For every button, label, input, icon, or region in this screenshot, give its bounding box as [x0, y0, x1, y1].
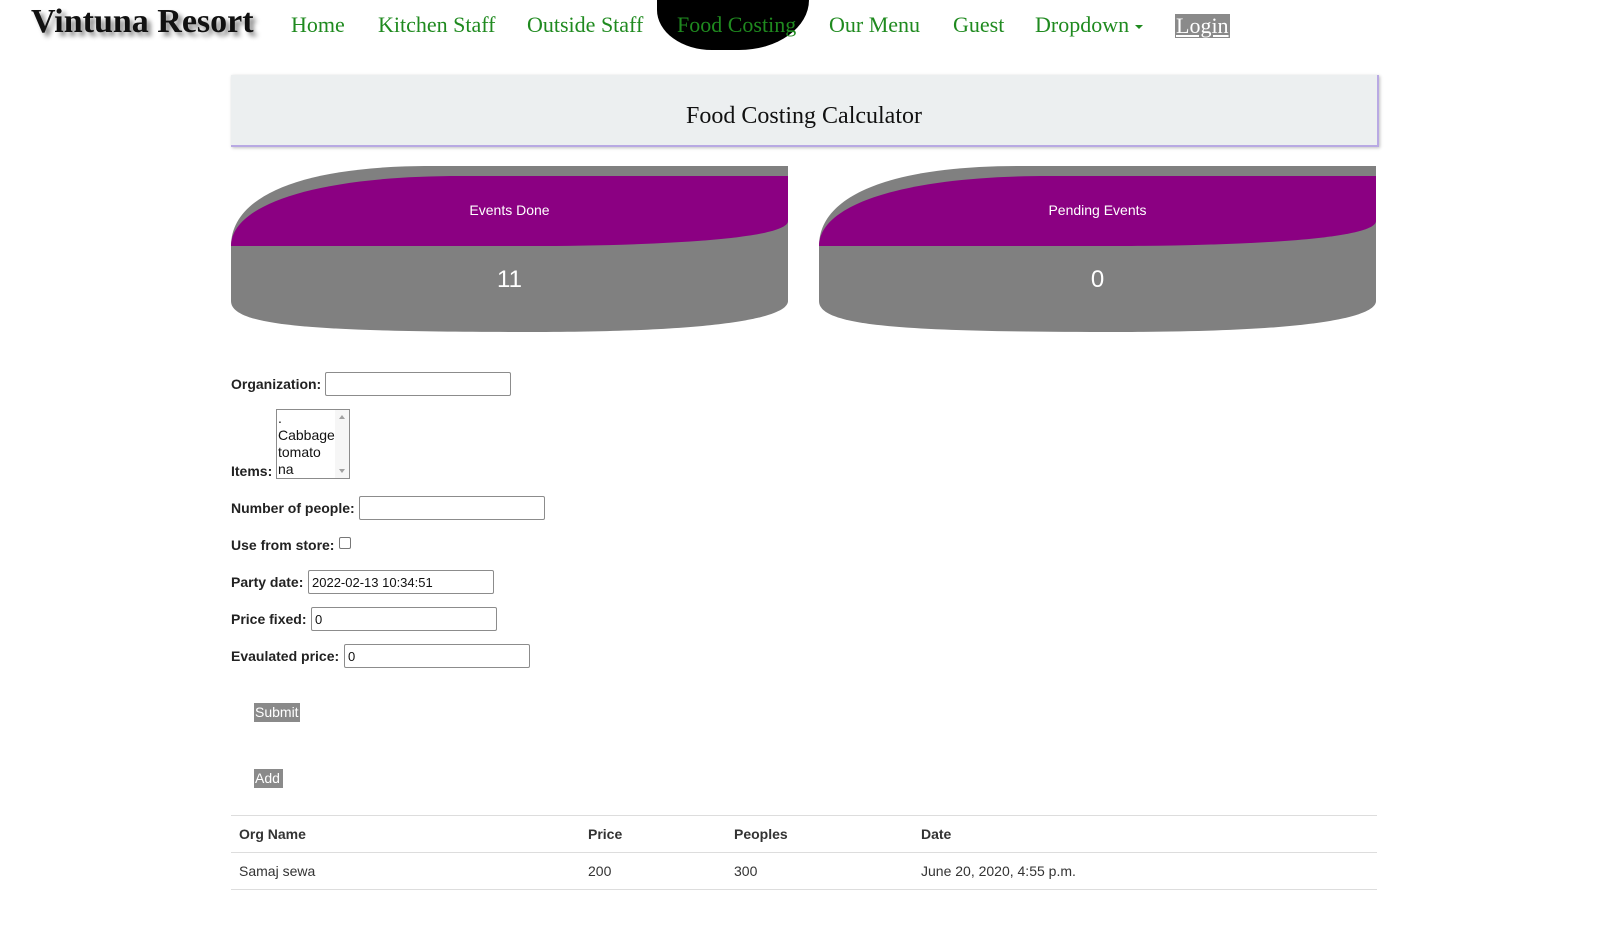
scroll-down-icon[interactable] — [339, 469, 345, 473]
login-button[interactable]: Login — [1175, 14, 1230, 38]
people-row: Number of people: — [231, 500, 355, 518]
use-store-row: Use from store: — [231, 537, 334, 555]
party-date-row: Party date: — [231, 574, 303, 592]
people-input[interactable] — [359, 496, 545, 520]
nav-guest[interactable]: Guest — [953, 9, 1004, 41]
items-listbox[interactable]: . Cabbage tomato na — [276, 409, 350, 479]
cell-peoples: 300 — [734, 863, 758, 879]
party-date-label: Party date: — [231, 574, 304, 590]
submit-button[interactable]: Submit — [254, 703, 300, 722]
navbar: Vintuna Resort Home Kitchen Staff Outsid… — [0, 0, 1600, 56]
events-done-value: 11 — [497, 266, 522, 293]
nav-home[interactable]: Home — [291, 9, 345, 41]
use-store-label: Use from store: — [231, 537, 335, 553]
add-item-button[interactable]: Add Item — [254, 769, 284, 805]
pending-events-label: Pending Events — [1048, 202, 1147, 218]
brand-logo[interactable]: Vintuna Resort — [31, 3, 254, 41]
items-label-row: Items: — [231, 463, 272, 481]
events-done-card: Events Done 11 — [231, 166, 788, 332]
header-price: Price — [588, 826, 623, 842]
evaluated-price-label: Evaulated price: — [231, 648, 340, 664]
header-peoples: Peoples — [734, 826, 788, 842]
cell-price: 200 — [588, 863, 612, 879]
nav-outside-staff[interactable]: Outside Staff — [527, 9, 643, 41]
party-date-input[interactable] — [308, 570, 494, 594]
page-title: Food Costing Calculator — [686, 103, 922, 129]
events-done-label: Events Done — [469, 202, 550, 218]
nav-kitchen-staff[interactable]: Kitchen Staff — [378, 9, 496, 41]
nav-dropdown[interactable]: Dropdown — [1035, 9, 1144, 41]
organization-input[interactable] — [325, 372, 511, 396]
price-fixed-label: Price fixed: — [231, 611, 307, 627]
table-row — [231, 889, 1377, 927]
nav-dropdown-label: Dropdown — [1035, 12, 1130, 37]
nav-our-menu[interactable]: Our Menu — [829, 9, 920, 41]
evaluated-price-row: Evaulated price: — [231, 648, 339, 666]
price-fixed-input[interactable] — [311, 607, 497, 631]
scroll-up-icon[interactable] — [339, 415, 345, 419]
cell-date: June 20, 2020, 4:55 p.m. — [921, 863, 1076, 879]
card-shape — [819, 166, 1376, 332]
pending-events-value: 0 — [1090, 266, 1105, 293]
price-fixed-row: Price fixed: — [231, 611, 306, 629]
cell-org-name: Samaj sewa — [239, 863, 316, 879]
table-header-row: Org Name Price Peoples Date — [231, 815, 1377, 853]
items-label: Items: — [231, 463, 273, 479]
header-date: Date — [921, 826, 952, 842]
evaluated-price-input[interactable] — [344, 644, 530, 668]
organization-row: Organization: — [231, 376, 321, 394]
table-row: Samaj sewa 200 300 June 20, 2020, 4:55 p… — [231, 852, 1377, 890]
title-panel: Food Costing Calculator — [231, 75, 1379, 147]
card-shape — [231, 166, 788, 332]
header-org-name: Org Name — [239, 826, 306, 842]
pending-events-card: Pending Events 0 — [819, 166, 1376, 332]
items-scrollbar[interactable] — [335, 410, 349, 478]
organization-label: Organization: — [231, 376, 322, 392]
nav-food-costing[interactable]: Food Costing — [677, 9, 796, 41]
caret-down-icon — [1135, 24, 1144, 29]
use-store-checkbox[interactable] — [339, 537, 351, 549]
people-label: Number of people: — [231, 500, 355, 516]
